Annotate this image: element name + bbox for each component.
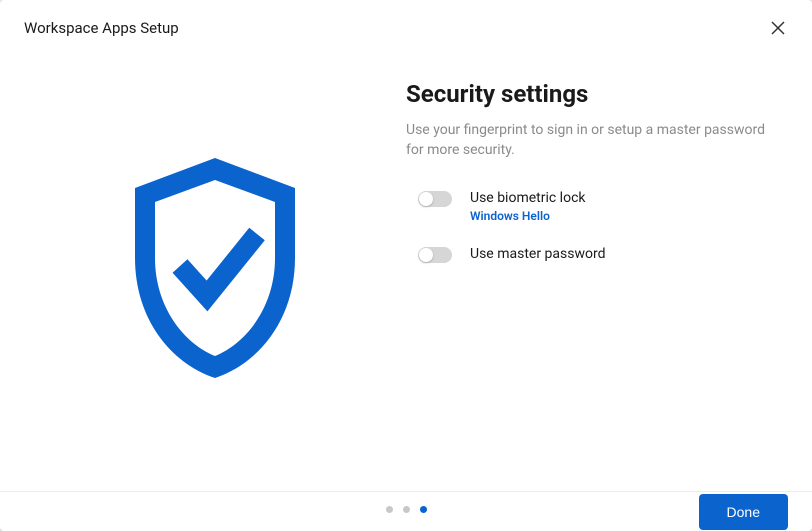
option-master-password: Use master password [406, 245, 768, 263]
setup-dialog: Workspace Apps Setup Security settings U… [0, 0, 812, 531]
dialog-content: Security settings Use your fingerprint t… [0, 48, 812, 491]
page-description: Use your fingerprint to sign in or setup… [406, 120, 768, 161]
option-biometric: Use biometric lock Windows Hello [406, 189, 768, 223]
biometric-sublabel: Windows Hello [470, 209, 586, 223]
page-title: Security settings [406, 80, 768, 108]
biometric-text: Use biometric lock Windows Hello [470, 189, 586, 223]
master-password-label: Use master password [470, 245, 605, 263]
master-password-toggle[interactable] [418, 247, 452, 263]
close-icon [771, 21, 785, 35]
illustration-pane [24, 48, 406, 491]
master-password-text: Use master password [470, 245, 605, 263]
done-button[interactable]: Done [699, 494, 788, 530]
settings-pane: Security settings Use your fingerprint t… [406, 48, 788, 491]
pagination-dots [386, 506, 427, 513]
close-button[interactable] [768, 18, 788, 38]
biometric-toggle[interactable] [418, 191, 452, 207]
header-title: Workspace Apps Setup [24, 19, 179, 37]
dialog-header: Workspace Apps Setup [0, 0, 812, 48]
page-dot-1[interactable] [386, 506, 393, 513]
page-dot-3[interactable] [420, 506, 427, 513]
shield-check-icon [115, 148, 315, 392]
page-dot-2[interactable] [403, 506, 410, 513]
dialog-footer: Done [0, 491, 812, 531]
biometric-label: Use biometric lock [470, 189, 586, 207]
